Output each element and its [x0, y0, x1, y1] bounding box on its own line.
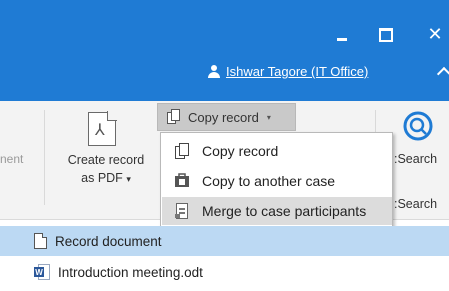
ribbon-separator — [44, 110, 45, 205]
document-icon — [34, 233, 47, 249]
menu-item-label: Copy record — [202, 143, 279, 159]
user-icon — [207, 64, 221, 79]
minimize-button[interactable] — [330, 24, 354, 44]
list-item-record-document[interactable]: Record document — [0, 226, 449, 256]
create-pdf-label-line2: as PDF — [81, 171, 123, 185]
close-button[interactable]: ✕ — [424, 23, 446, 45]
dropdown-arrow-icon: ▾ — [266, 112, 271, 122]
list-item-label: Record document — [55, 233, 162, 249]
word-document-icon: W — [34, 264, 50, 280]
list-item-introduction-meeting[interactable]: W Introduction meeting.odt — [0, 257, 449, 287]
merge-icon — [175, 203, 188, 219]
copy-icon — [175, 143, 189, 159]
search-button-label[interactable]: :Search — [394, 152, 437, 166]
copy-record-dropdown-button[interactable]: Copy record ▾ — [157, 103, 296, 131]
menu-item-label: Copy to another case — [202, 173, 336, 189]
copy-icon — [167, 109, 180, 124]
pdf-document-icon: ⅄ — [88, 111, 117, 146]
menu-item-label: Merge to case participants — [202, 203, 367, 219]
search-group-label: :Search — [394, 197, 438, 211]
menu-item-copy-record[interactable]: Copy record — [162, 137, 392, 165]
collapse-ribbon-icon[interactable] — [437, 63, 449, 79]
create-pdf-label-line1: Create record — [67, 153, 145, 167]
menu-item-copy-to-another-case[interactable]: Copy to another case — [162, 167, 392, 195]
list-item-label: Introduction meeting.odt — [58, 264, 203, 280]
user-account-link[interactable]: Ishwar Tagore (IT Office) — [207, 64, 368, 79]
search-icon[interactable] — [402, 110, 434, 142]
user-name[interactable]: Ishwar Tagore (IT Office) — [226, 64, 368, 79]
copy-to-case-icon — [175, 173, 189, 187]
maximize-button[interactable] — [377, 26, 395, 44]
dropdown-arrow-icon: ▾ — [126, 174, 131, 184]
create-pdf-button[interactable]: ⅄ Create record as PDF ▾ — [56, 108, 156, 198]
ribbon-partial-label[interactable]: nent — [0, 152, 23, 166]
menu-item-merge-to-case-participants[interactable]: Merge to case participants — [162, 197, 392, 225]
copy-record-menu: Copy record Copy to another case Merge t… — [160, 132, 393, 228]
copy-record-button-label: Copy record — [188, 109, 259, 125]
title-bar: ✕ Ishwar Tagore (IT Office) — [0, 0, 449, 101]
